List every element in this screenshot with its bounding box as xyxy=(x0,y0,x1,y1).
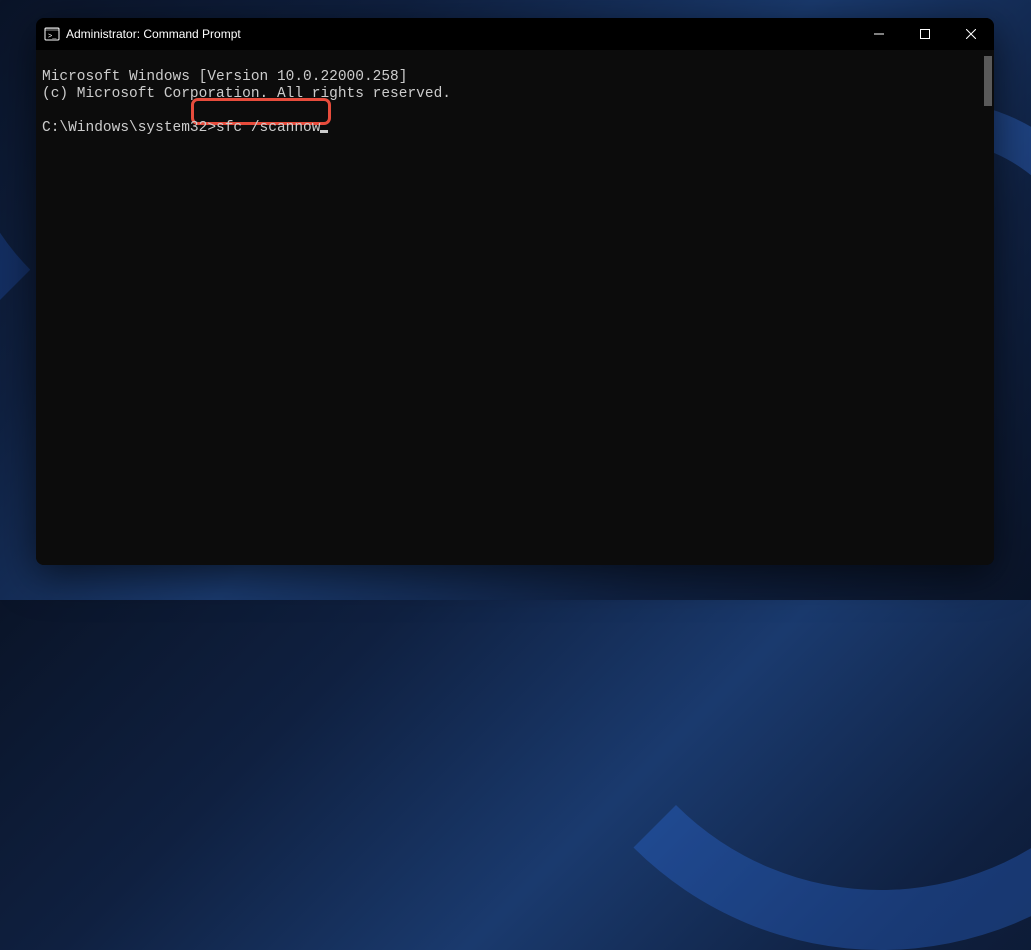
titlebar[interactable]: >_ Administrator: Command Prompt xyxy=(36,18,994,50)
cursor xyxy=(320,130,328,133)
svg-text:>_: >_ xyxy=(48,33,57,41)
prompt-path: C:\Windows\system32> xyxy=(42,120,216,136)
window-controls xyxy=(856,18,994,50)
cmd-icon: >_ xyxy=(44,26,60,42)
version-line: Microsoft Windows [Version 10.0.22000.25… xyxy=(42,69,407,85)
command-input[interactable]: sfc /scannow xyxy=(216,120,320,136)
window-title: Administrator: Command Prompt xyxy=(66,27,856,41)
copyright-line: (c) Microsoft Corporation. All rights re… xyxy=(42,86,451,102)
terminal-output[interactable]: Microsoft Windows [Version 10.0.22000.25… xyxy=(36,50,994,565)
minimize-button[interactable] xyxy=(856,18,902,50)
command-prompt-window: >_ Administrator: Command Prompt Microso… xyxy=(36,18,994,565)
maximize-button[interactable] xyxy=(902,18,948,50)
close-button[interactable] xyxy=(948,18,994,50)
scrollbar-thumb[interactable] xyxy=(984,56,992,106)
